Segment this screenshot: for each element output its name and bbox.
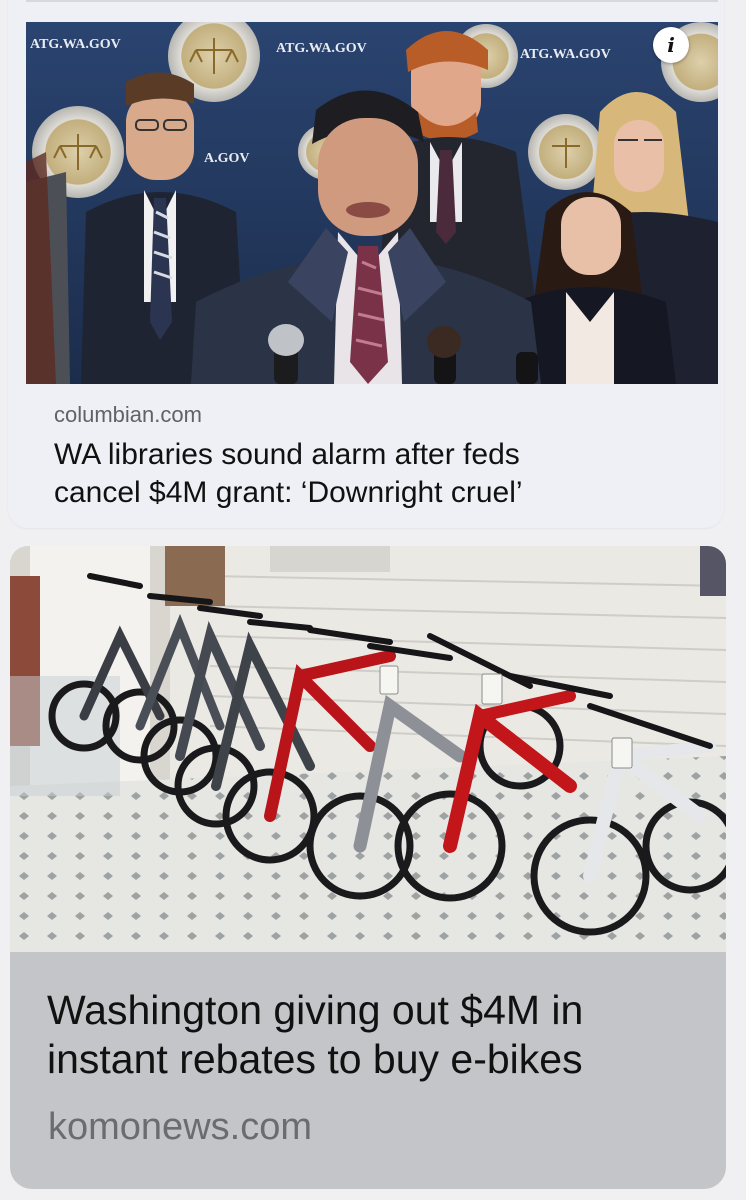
svg-text:A.GOV: A.GOV — [204, 151, 250, 166]
news-photo-press-conference[interactable]: ATG.WA.GOV ATG.WA.GOV ATG.WA.GOV A.GOV — [26, 22, 718, 384]
news-headline[interactable]: Washington giving out $4M in instant reb… — [47, 986, 717, 1084]
news-source[interactable]: komonews.com — [48, 1106, 312, 1149]
news-photo-ebikes[interactable] — [10, 546, 726, 952]
news-card-komonews[interactable]: Washington giving out $4M in instant reb… — [10, 546, 726, 1189]
headline-line-1: Washington giving out $4M in — [47, 987, 584, 1033]
news-card-columbian[interactable]: ATG.WA.GOV ATG.WA.GOV ATG.WA.GOV A.GOV i… — [8, 0, 724, 528]
news-source[interactable]: columbian.com — [54, 402, 202, 428]
news-headline[interactable]: WA libraries sound alarm after feds canc… — [54, 436, 694, 512]
headline-line-1: WA libraries sound alarm after feds — [54, 438, 520, 471]
svg-text:ATG.WA.GOV: ATG.WA.GOV — [276, 41, 367, 56]
headline-line-2: cancel $4M grant: ‘Downright cruel’ — [54, 476, 523, 509]
headline-line-2: instant rebates to buy e-bikes — [47, 1036, 583, 1082]
info-icon[interactable]: i — [653, 27, 689, 63]
svg-text:ATG.WA.GOV: ATG.WA.GOV — [30, 37, 121, 52]
card-divider — [26, 0, 718, 2]
svg-text:ATG.WA.GOV: ATG.WA.GOV — [520, 47, 611, 62]
